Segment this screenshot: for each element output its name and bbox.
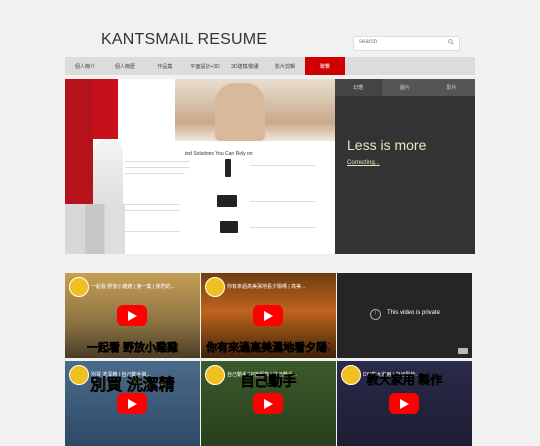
play-icon[interactable] [253, 393, 283, 414]
video-caption: 別買 洗潔精 [90, 377, 175, 395]
video-tile[interactable]: 自己動手CP值超高 | 自己動手... 自己動手 [201, 361, 336, 446]
brand-logo [93, 79, 118, 139]
tab-images[interactable]: 圖片 [381, 79, 429, 96]
main-nav: 個人簡介 個人簡歷 作品集 平面設計+3D 3D建模/動畫 影片剪輯 聯繫 [65, 57, 475, 75]
nav-item-profile[interactable]: 個人簡介 [65, 57, 105, 75]
play-icon[interactable] [117, 305, 147, 326]
video-tile[interactable]: 你有來過高美濕地看夕陽嗎 | 高美... 你有來過高美濕地看夕陽! [201, 273, 336, 358]
bird-image [93, 139, 123, 209]
video-caption: 你有來過高美濕地看夕陽! [206, 342, 331, 355]
monitor-image [220, 221, 238, 233]
nav-item-resume[interactable]: 個人簡歷 [105, 57, 145, 75]
nav-item-3d-modeling[interactable]: 3D建模/動畫 [225, 57, 265, 75]
tab-slides[interactable]: 幻燈 [335, 79, 382, 96]
site-title: KANTSMAIL RESUME [101, 31, 268, 48]
slideshow-panel: 幻燈 圖片 影片 Less is more Correcting... [335, 79, 475, 254]
hero-heading: ted Solutions You Can Rely on [185, 151, 253, 157]
nav-item-video-editing[interactable]: 影片剪輯 [265, 57, 305, 75]
video-tile[interactable]: 一起看 野放小雞雞 | 第一集 | 我們的... 一起看 野放小雞雞 [65, 273, 200, 358]
private-video-message: This video is private [387, 310, 441, 316]
video-caption: 一起看 野放小雞雞 [86, 342, 179, 355]
tower-pc-image [225, 159, 231, 177]
channel-avatar-icon [69, 277, 89, 297]
slide-title: Less is more [347, 137, 427, 153]
hero-banner: ted Solutions You Can Rely on [65, 79, 335, 254]
slideshow-tabs: 幻燈 圖片 影片 [335, 79, 475, 96]
alert-icon: ! [370, 309, 381, 320]
video-title: 一起看 野放小雞雞 | 第一集 | 我們的... [91, 284, 175, 290]
youtube-logo-icon[interactable] [458, 348, 468, 354]
nav-item-portfolio[interactable]: 作品集 [145, 57, 185, 75]
play-icon[interactable] [253, 305, 283, 326]
video-caption: 教大家用 製作 [366, 373, 443, 388]
mosaic-image [65, 204, 125, 254]
play-icon[interactable] [389, 393, 419, 414]
laptop-image [217, 195, 237, 207]
person-image [215, 83, 265, 141]
channel-avatar-icon [205, 277, 225, 297]
video-tile[interactable]: 別買 洗潔精 | 自己動手做... 別買 洗潔精 [65, 361, 200, 446]
play-icon[interactable] [117, 393, 147, 414]
slide-link[interactable]: Correcting... [347, 160, 380, 166]
video-title: 你有來過高美濕地看夕陽嗎 | 高美... [227, 284, 306, 290]
private-video-tile[interactable]: ! This video is private [337, 273, 472, 358]
nav-item-graphic-design[interactable]: 平面設計+3D [185, 57, 225, 75]
video-tile[interactable]: DIY教大家用 | 自己製作... 教大家用 製作 [337, 361, 472, 446]
nav-item-contact[interactable]: 聯繫 [305, 57, 345, 75]
tab-videos[interactable]: 影片 [428, 79, 475, 96]
video-caption: 自己動手 [240, 373, 297, 390]
search-input[interactable] [359, 39, 444, 45]
search-box[interactable] [353, 36, 460, 51]
search-icon[interactable] [448, 39, 454, 45]
